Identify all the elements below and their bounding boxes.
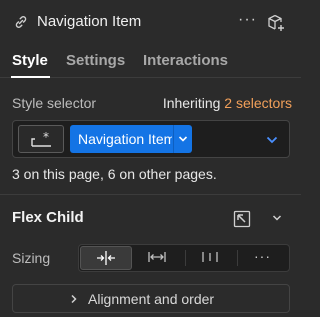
grow-icon [148,252,166,262]
style-selector-label: Style selector [12,95,97,111]
flex-child-section-title: Flex Child [12,209,84,226]
section-divider [0,194,301,195]
panel-header: Navigation Item ··· [0,0,301,44]
selector-chip[interactable]: Navigation Item [70,125,192,153]
tab-bar: Style Settings Interactions [0,44,301,78]
add-component-icon[interactable] [266,13,286,33]
chevron-down-icon[interactable] [178,134,188,144]
selector-dropdown-chevron-icon[interactable] [266,135,278,145]
more-options-label: ··· [254,248,271,264]
tab-interactions[interactable]: Interactions [143,52,228,69]
chevron-down-icon[interactable] [272,213,282,223]
sizing-none-button[interactable] [185,246,237,270]
tab-settings[interactable]: Settings [66,52,125,69]
sizing-shrink-button[interactable] [80,246,132,270]
selector-chip-label: Navigation Item [78,131,172,147]
sizing-grow-button[interactable] [132,246,184,270]
inheriting-info: Inheriting 2 selectors [163,95,292,111]
navigator-style-panel: Navigation Item ··· Style Settings Inter… [0,0,301,317]
shrink-icon [97,251,115,265]
element-title: Navigation Item [37,13,142,30]
inheriting-selectors-link[interactable]: 2 selectors [224,95,292,111]
link-icon [15,16,27,28]
alignment-and-order-button[interactable]: Alignment and order [12,284,290,313]
sizing-more-button[interactable]: ··· [237,246,289,270]
state-selector-icon: * [31,131,51,147]
select-parent-icon[interactable] [233,210,251,228]
selector-field[interactable]: * Navigation Item [12,120,290,158]
selector-usage-count: 3 on this page, 6 on other pages. [12,166,217,182]
selector-state-button[interactable]: * [18,125,64,153]
alignment-and-order-label: Alignment and order [88,291,215,307]
chevron-right-icon [71,294,77,304]
sizing-segmented-control: ··· [78,244,290,272]
active-tab-indicator [11,76,50,78]
more-options-button[interactable]: ··· [238,11,257,29]
svg-text:*: * [43,131,49,144]
no-shrink-icon [202,252,218,262]
inheriting-prefix: Inheriting [162,95,221,111]
sizing-label: Sizing [12,250,51,266]
chip-divider [173,125,174,153]
tab-style[interactable]: Style [12,52,48,69]
